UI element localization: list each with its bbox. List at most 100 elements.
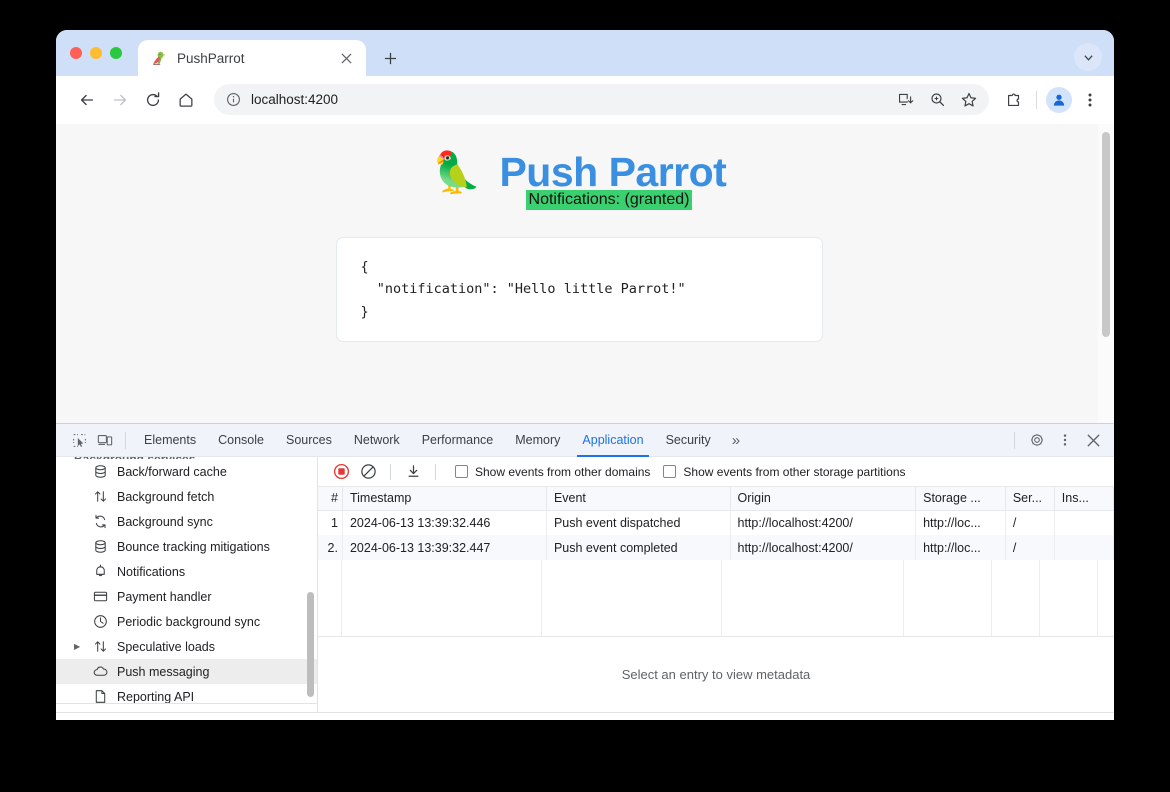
column-header-origin[interactable]: Origin (730, 487, 917, 511)
devtools-bottom-strip (56, 712, 1114, 720)
sidebar-item-periodic-background-sync[interactable]: Periodic background sync (56, 609, 317, 634)
database-icon (92, 538, 109, 555)
tab-security[interactable]: Security (655, 424, 722, 457)
sidebar-item-background-sync[interactable]: Background sync (56, 509, 317, 534)
empty-grid-rows (318, 560, 1114, 636)
sidebar-item-label: Speculative loads (117, 639, 215, 654)
sidebar-item-background-fetch[interactable]: Background fetch (56, 484, 317, 509)
up-down-arrows-icon (92, 488, 109, 505)
cell-number: 1 (318, 510, 343, 535)
table-row[interactable]: 1 2024-06-13 13:39:32.446 Push event dis… (318, 510, 1114, 535)
new-tab-button[interactable] (375, 43, 405, 73)
tab-memory[interactable]: Memory (504, 424, 571, 457)
sidebar-item-label: Reporting API (117, 689, 195, 704)
chevron-right-icon[interactable]: ▶ (74, 642, 84, 651)
address-bar[interactable]: localhost:4200 (214, 84, 989, 115)
notification-payload-box: { "notification": "Hello little Parrot!"… (335, 237, 823, 342)
info-circle-icon[interactable] (226, 92, 241, 107)
zoom-icon[interactable] (923, 86, 951, 114)
download-icon[interactable] (402, 461, 424, 483)
cell-number: 2. (318, 535, 343, 560)
tab-strip: PushParrot (56, 30, 1114, 76)
sidebar-item-push-messaging[interactable]: Push messaging (56, 659, 317, 684)
more-tabs-icon[interactable]: » (722, 424, 750, 457)
browser-tab[interactable]: PushParrot (138, 40, 366, 76)
three-dot-menu-icon[interactable] (1076, 86, 1104, 114)
toolbar-divider (1036, 90, 1037, 109)
device-toolbar-icon[interactable] (92, 428, 118, 452)
checkbox-box[interactable] (455, 465, 468, 478)
toolbar-divider (390, 463, 391, 480)
sidebar-scrollbar-thumb[interactable] (307, 592, 314, 697)
checkbox-box[interactable] (663, 465, 677, 478)
tabbar-divider (125, 431, 126, 449)
sidebar-item-label: Payment handler (117, 589, 212, 604)
cell-timestamp: 2024-06-13 13:39:32.446 (342, 510, 547, 535)
sidebar-item-notifications[interactable]: Notifications (56, 559, 317, 584)
database-icon (92, 463, 109, 480)
tab-application[interactable]: Application (571, 424, 654, 457)
tab-network[interactable]: Network (343, 424, 411, 457)
profile-avatar-icon[interactable] (1045, 86, 1073, 114)
sidebar-item-bounce-tracking-mitigations[interactable]: Bounce tracking mitigations (56, 534, 317, 559)
cell-instance-id (1054, 535, 1114, 560)
close-devtools-icon[interactable] (1080, 428, 1106, 452)
tab-sources[interactable]: Sources (275, 424, 343, 457)
clear-circle-slash-icon[interactable] (357, 461, 379, 483)
reload-icon[interactable] (138, 85, 168, 115)
cell-service-worker: / (1005, 510, 1055, 535)
browser-toolbar: localhost:4200 (56, 76, 1114, 123)
maximize-window-button[interactable] (110, 47, 122, 59)
tab-console[interactable]: Console (207, 424, 275, 457)
page-title: Push Parrot (499, 149, 727, 195)
devtools-panel: Elements Console Sources Network Perform… (56, 423, 1114, 720)
parrot-icon (153, 51, 166, 65)
back-arrow-icon[interactable] (72, 85, 102, 115)
page-scrollbar-thumb[interactable] (1102, 132, 1110, 337)
checkbox-other-storage-partitions[interactable]: Show events from other storage partition… (663, 465, 906, 479)
browser-window: PushParrot localhost:4200 🦜 Push Parrot … (56, 30, 1114, 720)
forward-arrow-icon[interactable] (105, 85, 135, 115)
avatar[interactable] (1046, 86, 1072, 113)
tab-elements[interactable]: Elements (133, 424, 207, 457)
sidebar-item-back-forward-cache[interactable]: Back/forward cache (56, 459, 317, 484)
close-icon[interactable] (336, 48, 356, 68)
devtools-tabbar: Elements Console Sources Network Perform… (56, 424, 1114, 457)
minimize-window-button[interactable] (90, 47, 102, 59)
devtools-menu-icon[interactable] (1052, 428, 1078, 452)
tab-label: Sources (285, 433, 332, 447)
home-icon[interactable] (171, 85, 201, 115)
inspect-element-icon[interactable] (66, 428, 92, 452)
sidebar-item-reporting-api[interactable]: Reporting API (56, 684, 317, 709)
tab-label: Performance (421, 433, 494, 447)
notification-status-row: Notifications: (granted) (64, 190, 1094, 210)
chevron-down-icon[interactable] (1074, 43, 1102, 71)
column-header-number[interactable]: # (318, 487, 343, 511)
sidebar-item-payment-handler[interactable]: Payment handler (56, 584, 317, 609)
sidebar-item-speculative-loads[interactable]: ▶ Speculative loads (56, 634, 317, 659)
tab-label: Memory (515, 433, 561, 447)
tab-label: Application (582, 433, 644, 447)
bookmark-star-icon[interactable] (955, 86, 983, 114)
column-header-storage-key[interactable]: Storage ... (915, 487, 1006, 511)
install-app-icon[interactable] (891, 86, 919, 114)
column-header-timestamp[interactable]: Timestamp (342, 487, 547, 511)
column-header-event[interactable]: Event (546, 487, 731, 511)
checkbox-label: Show events from other domains (475, 464, 651, 479)
cell-origin: http://localhost:4200/ (730, 535, 917, 560)
record-stop-icon[interactable] (330, 461, 352, 483)
table-row[interactable]: 2. 2024-06-13 13:39:32.447 Push event co… (318, 535, 1114, 560)
settings-gear-icon[interactable] (1024, 428, 1050, 452)
cell-timestamp: 2024-06-13 13:39:32.447 (342, 535, 547, 560)
sync-icon (92, 513, 109, 530)
tab-performance[interactable]: Performance (411, 424, 505, 457)
checkbox-other-domains[interactable]: Show events from other domains (455, 465, 650, 479)
cell-service-worker: / (1005, 535, 1055, 560)
column-header-service-worker[interactable]: Ser... (1005, 487, 1055, 511)
cell-storage-key: http://loc... (915, 510, 1006, 535)
column-header-instance-id[interactable]: Ins... (1054, 487, 1114, 511)
extensions-puzzle-icon[interactable] (1000, 86, 1028, 114)
close-window-button[interactable] (70, 47, 82, 59)
sidebar-item-label: Back/forward cache (117, 464, 227, 479)
up-down-arrows-icon (92, 638, 109, 655)
